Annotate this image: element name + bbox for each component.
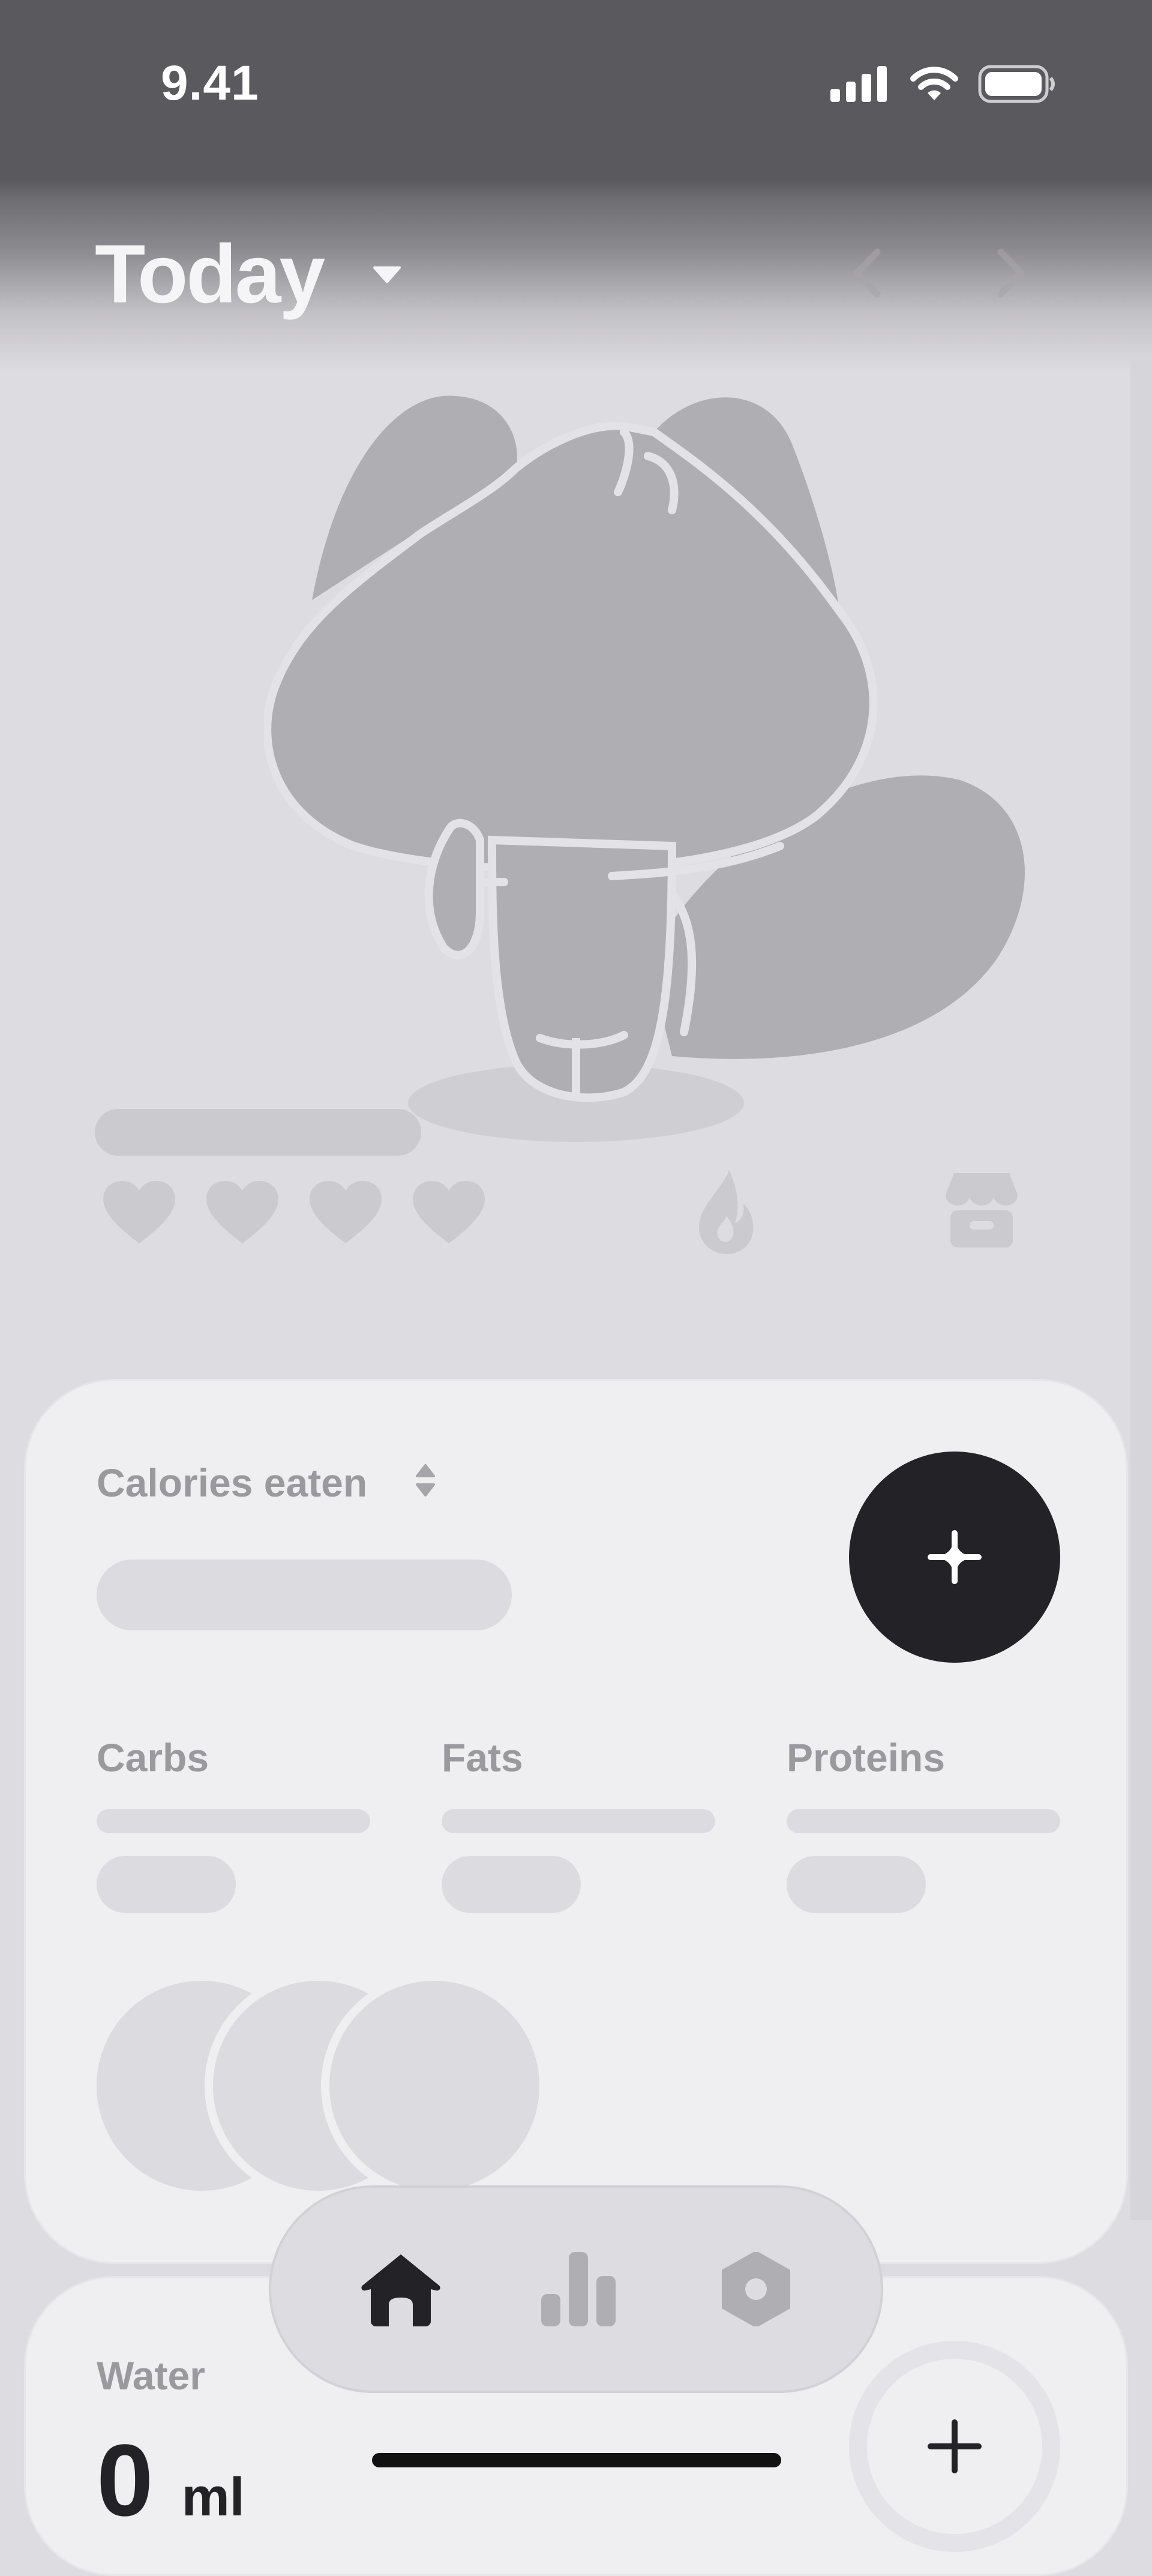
signal-icon: [830, 66, 887, 102]
status-icons: [830, 60, 1056, 108]
bar-chart-icon: [541, 2252, 616, 2326]
home-icon: [361, 2254, 440, 2326]
tab-settings[interactable]: [696, 2188, 816, 2391]
macro-fats: Fats: [442, 1735, 715, 1913]
macro-carbs: Carbs: [97, 1735, 370, 1913]
caret-down-icon[interactable]: [372, 264, 402, 286]
bottom-tab-bar: [269, 2185, 883, 2393]
shop-icon[interactable]: [946, 1173, 1018, 1247]
battery-icon: [978, 65, 1055, 103]
macro-value-placeholder: [97, 1856, 236, 1913]
macro-value-placeholder: [787, 1856, 926, 1913]
macro-progress-bar: [442, 1809, 715, 1833]
pet-hearts: [103, 1181, 485, 1246]
water-value: 0 ml: [97, 2422, 245, 2539]
heart-icon: [103, 1181, 175, 1243]
macro-proteins: Proteins: [787, 1735, 1060, 1913]
add-water-button[interactable]: [849, 2341, 1060, 2552]
meal-thumbnails: [88, 1972, 577, 2199]
water-amount: 0: [97, 2424, 154, 2538]
heart-icon: [310, 1181, 382, 1243]
plus-icon: [928, 2419, 982, 2473]
calories-label: Calories eaten: [97, 1461, 368, 1505]
add-meal-button[interactable]: [849, 1452, 1060, 1663]
wifi-icon: [910, 67, 958, 100]
home-indicator: [372, 2453, 781, 2467]
settings-icon: [722, 2252, 790, 2326]
tab-stats[interactable]: [518, 2188, 638, 2391]
flame-icon[interactable]: [693, 1170, 759, 1254]
pet-mascot-illustration[interactable]: [264, 372, 1044, 1152]
scroll-edge: [1130, 360, 1152, 2220]
meal-thumbnail-placeholder[interactable]: [321, 1972, 548, 2199]
macro-label: Carbs: [97, 1735, 209, 1780]
chevron-left-icon[interactable]: [846, 246, 888, 300]
water-unit: ml: [181, 2467, 245, 2527]
page-title[interactable]: Today: [95, 227, 325, 322]
pet-name-placeholder: [95, 1109, 421, 1156]
heart-icon: [413, 1181, 485, 1243]
calories-card: Calories eaten Carbs Fats Proteins: [24, 1379, 1128, 2264]
macro-progress-bar: [787, 1809, 1060, 1833]
macro-label: Proteins: [787, 1735, 946, 1780]
water-label: Water: [97, 2353, 205, 2398]
macro-label: Fats: [442, 1735, 523, 1780]
tab-home[interactable]: [341, 2188, 461, 2391]
plus-icon: [928, 1530, 982, 1584]
calories-value-placeholder: [97, 1560, 512, 1630]
status-time: 9.41: [161, 56, 259, 110]
macro-progress-bar: [97, 1809, 370, 1833]
chevron-right-icon[interactable]: [990, 246, 1032, 300]
heart-icon: [206, 1181, 278, 1243]
sort-toggle-icon[interactable]: [415, 1462, 436, 1499]
macro-value-placeholder: [442, 1856, 581, 1913]
